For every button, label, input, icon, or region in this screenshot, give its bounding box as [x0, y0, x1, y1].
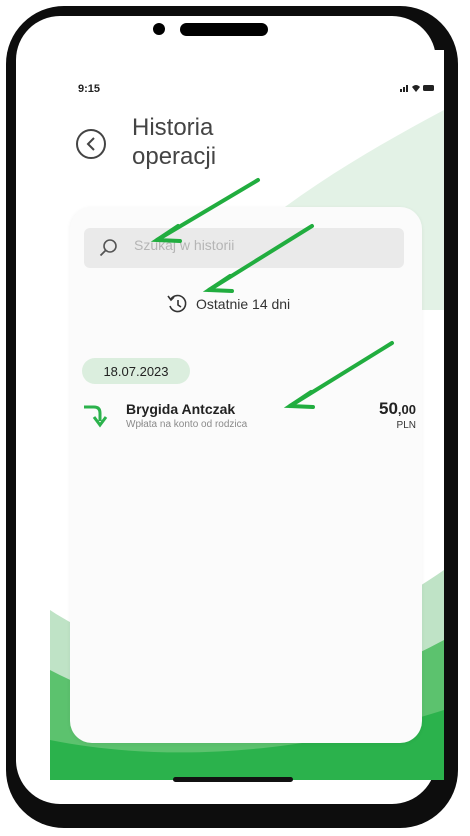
app-screen: 9:15 Historia operacji Ostatnie 14 dni 1… — [50, 50, 444, 780]
date-range-label: Ostatnie 14 dni — [196, 296, 291, 312]
transaction-amount: 50,00 — [379, 399, 416, 419]
date-range-filter[interactable]: Ostatnie 14 dni — [166, 293, 290, 315]
incoming-transfer-icon — [84, 405, 108, 428]
transaction-name[interactable]: Brygida Antczak — [126, 401, 235, 417]
status-icons — [400, 83, 436, 96]
page-title: Historia operacji — [132, 114, 217, 170]
history-icon — [167, 294, 187, 313]
transaction-currency: PLN — [396, 420, 416, 431]
search-icon — [99, 239, 117, 257]
signal-wifi-battery-icon — [400, 85, 434, 92]
date-badge: 18.07.2023 — [82, 358, 190, 384]
home-indicator — [173, 777, 293, 782]
transaction-description: Wpłata na konto od rodzica — [126, 419, 248, 430]
amount-integer: 50 — [379, 399, 398, 418]
status-time: 9:15 — [78, 83, 101, 95]
amount-decimal: ,00 — [397, 402, 416, 417]
speaker-grill — [180, 23, 268, 36]
back-chevron-icon — [86, 137, 95, 151]
history-card — [70, 207, 422, 743]
camera-dot — [153, 23, 165, 35]
search-input[interactable] — [134, 237, 364, 253]
back-button[interactable] — [76, 129, 106, 159]
